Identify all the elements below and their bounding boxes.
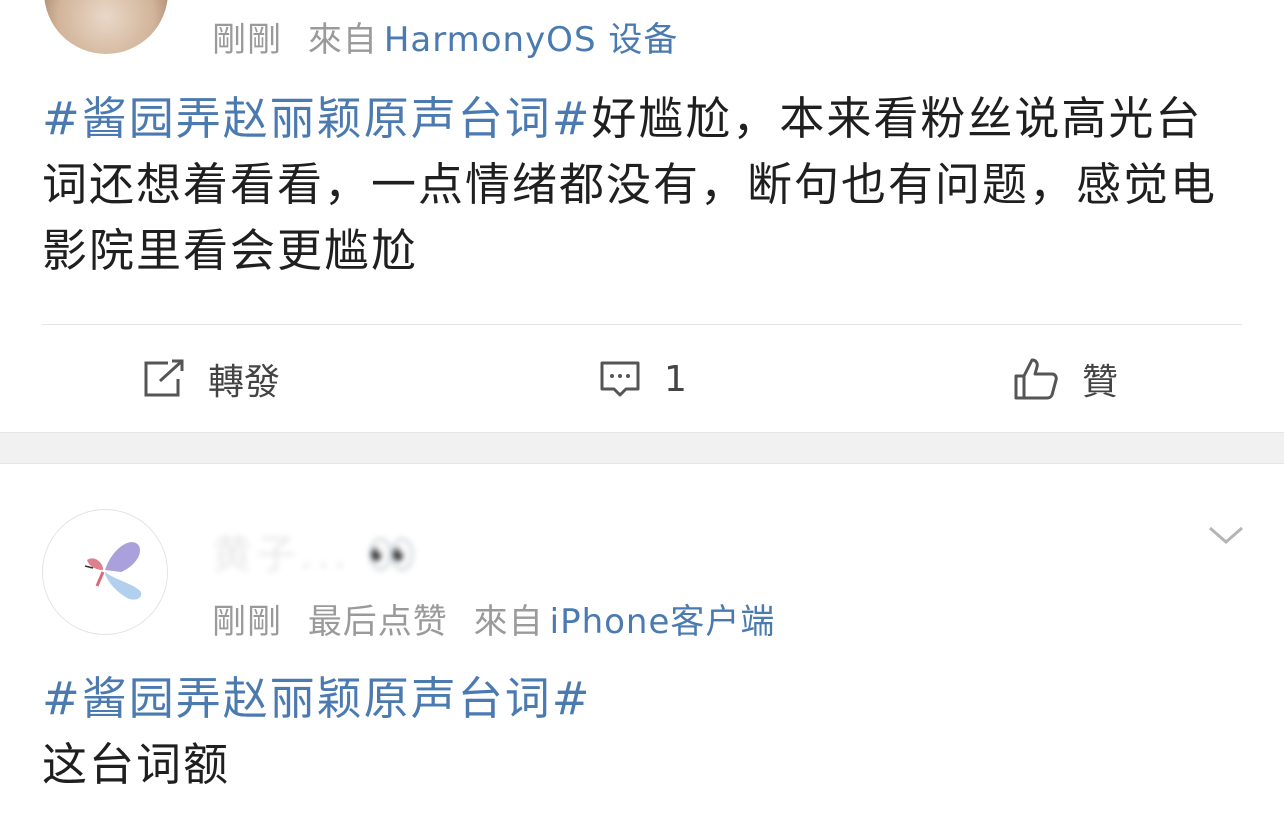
topic-link[interactable]: #酱园弄赵丽颖原声台词#	[42, 92, 591, 145]
liked-note: 最后点赞	[307, 602, 448, 642]
comment-count: 1	[664, 358, 687, 400]
post-meta: 剛剛 來自 HarmonyOS 设备	[212, 12, 692, 61]
post-body: #酱园弄赵丽颖原声台词#好尴尬，本来看粉丝说高光台词还想着看看，一点情绪都没有，…	[42, 86, 1242, 284]
post-body: #酱园弄赵丽颖原声台词# 这台词额	[42, 666, 1242, 798]
repost-button[interactable]: 轉發	[142, 354, 280, 404]
like-button[interactable]: 贊	[1012, 354, 1118, 404]
post-time: 剛剛	[212, 602, 282, 642]
post-source[interactable]: HarmonyOS 设备	[384, 20, 679, 60]
post-time: 剛剛	[212, 20, 282, 60]
post-meta: 剛剛 最后点赞 來自 iPhone客户端	[212, 594, 789, 643]
repost-icon	[144, 359, 184, 397]
source-prefix: 來自	[473, 602, 544, 642]
user-avatar[interactable]	[42, 509, 168, 635]
repost-label: 轉發	[208, 362, 281, 403]
chevron-down-icon[interactable]	[1206, 520, 1246, 550]
user-avatar[interactable]	[44, 0, 168, 54]
post-text: 这台词额	[42, 738, 231, 791]
username[interactable]: 黄子... 👀	[212, 522, 572, 578]
comment-button[interactable]: 1	[598, 354, 687, 404]
thumbs-up-icon	[1014, 358, 1058, 400]
source-prefix: 來自	[307, 20, 378, 60]
topic-link[interactable]: #酱园弄赵丽颖原声台词#	[42, 666, 1242, 732]
butterfly-icon	[84, 542, 142, 600]
divider	[42, 324, 1242, 325]
post-source[interactable]: iPhone客户端	[550, 602, 776, 642]
post-separator	[0, 432, 1284, 464]
like-label: 贊	[1082, 362, 1119, 403]
comment-icon	[600, 361, 640, 397]
post-card: 剛剛 來自 HarmonyOS 设备 #酱园弄赵丽颖原声台词#好尴尬，本来看粉丝说…	[0, 0, 1284, 432]
